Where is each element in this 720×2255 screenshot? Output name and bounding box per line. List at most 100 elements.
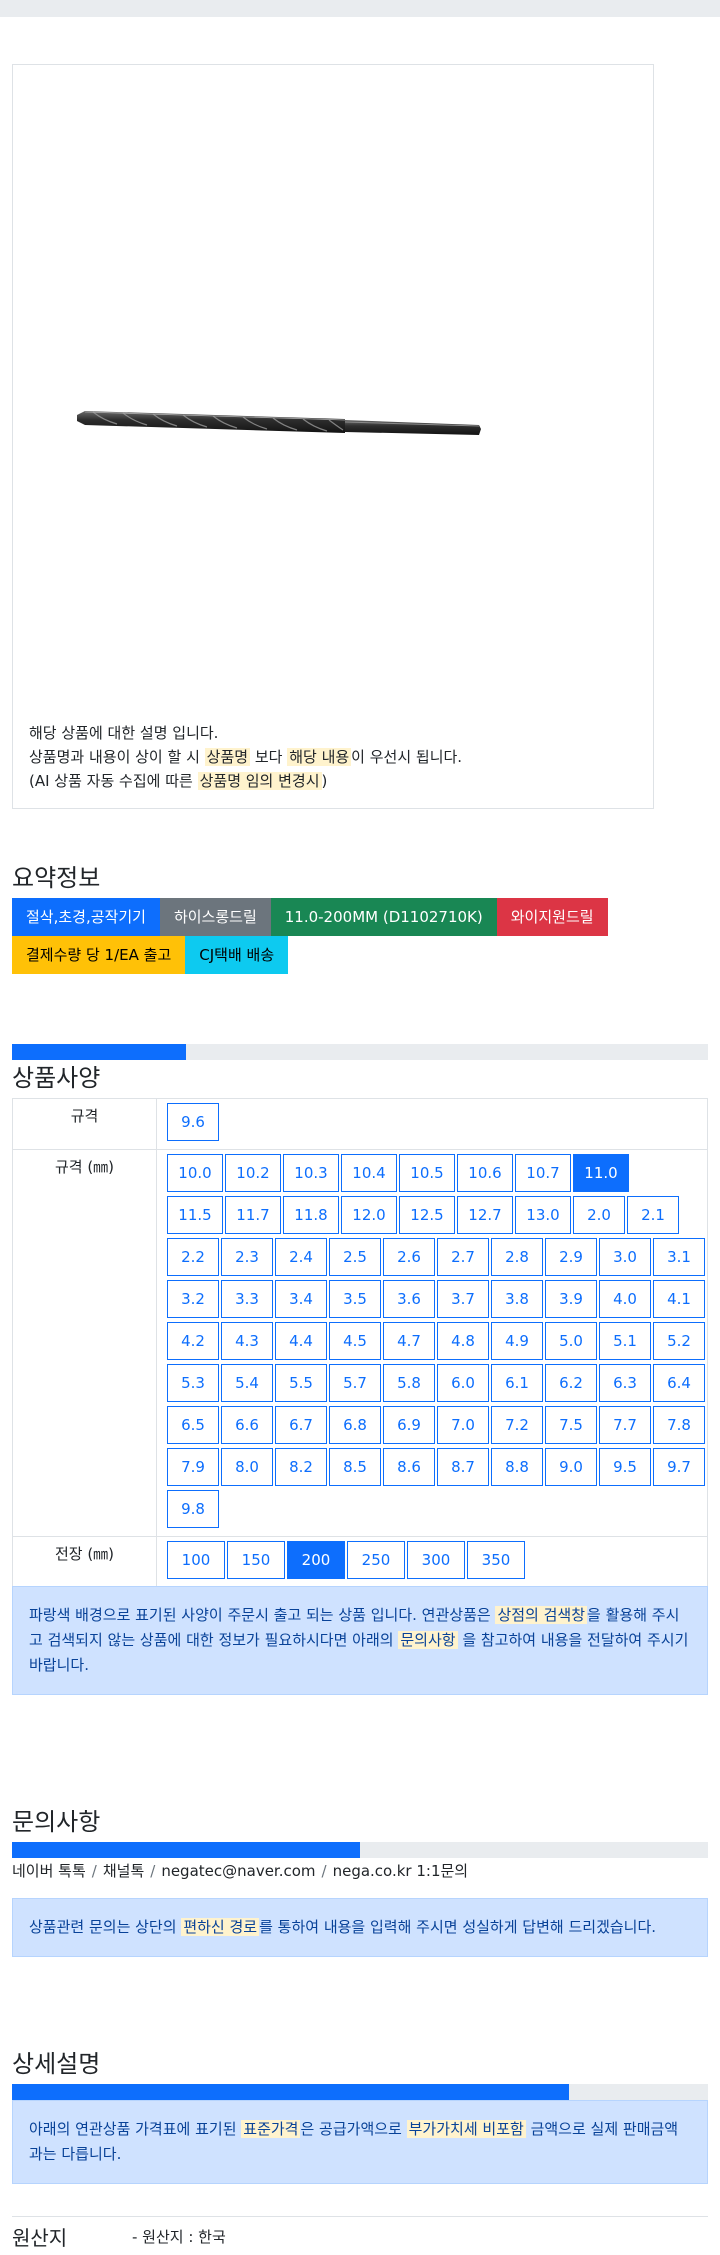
spec-option-9-8[interactable]: 9.8 — [167, 1490, 219, 1528]
spec-option-9-6[interactable]: 9.6 — [167, 1103, 219, 1141]
spec-option-9-7[interactable]: 9.7 — [653, 1448, 705, 1486]
spec-option-8-5[interactable]: 8.5 — [329, 1448, 381, 1486]
spec-option-12-7[interactable]: 12.7 — [457, 1196, 513, 1234]
spec-option-7-5[interactable]: 7.5 — [545, 1406, 597, 1444]
spec-option-2-5[interactable]: 2.5 — [329, 1238, 381, 1276]
top-bar — [0, 0, 720, 17]
contact-item[interactable]: 채널톡 — [103, 1862, 144, 1880]
spec-option-6-6[interactable]: 6.6 — [221, 1406, 273, 1444]
spec-option-6-1[interactable]: 6.1 — [491, 1364, 543, 1402]
spec-option-9-5[interactable]: 9.5 — [599, 1448, 651, 1486]
spec-option-2-0[interactable]: 2.0 — [573, 1196, 625, 1234]
summary-badges: 절삭,초경,공작기기 하이스롱드릴 11.0-200MM (D1102710K) 와이… — [12, 898, 712, 974]
spec-option-2-1[interactable]: 2.1 — [627, 1196, 679, 1234]
divider — [12, 2216, 708, 2217]
spec-option-11-7[interactable]: 11.7 — [225, 1196, 281, 1234]
spec-option-11-0[interactable]: 11.0 — [573, 1154, 629, 1192]
spec-option-2-8[interactable]: 2.8 — [491, 1238, 543, 1276]
spec-option-7-8[interactable]: 7.8 — [653, 1406, 705, 1444]
contact-separator: / — [321, 1862, 327, 1880]
spec-option-4-7[interactable]: 4.7 — [383, 1322, 435, 1360]
spec-option-6-4[interactable]: 6.4 — [653, 1364, 705, 1402]
spec-option-3-2[interactable]: 3.2 — [167, 1280, 219, 1318]
spec-option-350[interactable]: 350 — [467, 1541, 525, 1579]
spec-option-2-3[interactable]: 2.3 — [221, 1238, 273, 1276]
spec-option-2-9[interactable]: 2.9 — [545, 1238, 597, 1276]
spec-option-3-6[interactable]: 3.6 — [383, 1280, 435, 1318]
spec-option-10-3[interactable]: 10.3 — [283, 1154, 339, 1192]
spec-option-7-7[interactable]: 7.7 — [599, 1406, 651, 1444]
spec-option-4-8[interactable]: 4.8 — [437, 1322, 489, 1360]
spec-option-10-2[interactable]: 10.2 — [225, 1154, 281, 1192]
contact-item[interactable]: negatec@naver.com — [161, 1862, 315, 1880]
spec-option-3-9[interactable]: 3.9 — [545, 1280, 597, 1318]
spec-option-4-2[interactable]: 4.2 — [167, 1322, 219, 1360]
spec-option-8-8[interactable]: 8.8 — [491, 1448, 543, 1486]
spec-option-10-0[interactable]: 10.0 — [167, 1154, 223, 1192]
spec-option-2-2[interactable]: 2.2 — [167, 1238, 219, 1276]
spec-option-6-0[interactable]: 6.0 — [437, 1364, 489, 1402]
spec-option-12-0[interactable]: 12.0 — [341, 1196, 397, 1234]
spec-option-6-9[interactable]: 6.9 — [383, 1406, 435, 1444]
spec-option-3-1[interactable]: 3.1 — [653, 1238, 705, 1276]
spec-row: 전장 (㎜) 100 150 200 250 300 350 — [12, 1536, 708, 1588]
spec-option-150[interactable]: 150 — [227, 1541, 285, 1579]
spec-option-2-6[interactable]: 2.6 — [383, 1238, 435, 1276]
spec-option-11-5[interactable]: 11.5 — [167, 1196, 223, 1234]
spec-option-3-7[interactable]: 3.7 — [437, 1280, 489, 1318]
spec-option-5-4[interactable]: 5.4 — [221, 1364, 273, 1402]
spec-option-4-9[interactable]: 4.9 — [491, 1322, 543, 1360]
spec-option-300[interactable]: 300 — [407, 1541, 465, 1579]
notice-line-1: 해당 상품에 대한 설명 입니다. — [29, 724, 219, 742]
spec-option-3-8[interactable]: 3.8 — [491, 1280, 543, 1318]
spec-option-8-6[interactable]: 8.6 — [383, 1448, 435, 1486]
spec-option-100[interactable]: 100 — [167, 1541, 225, 1579]
spec-option-5-3[interactable]: 5.3 — [167, 1364, 219, 1402]
spec-option-10-5[interactable]: 10.5 — [399, 1154, 455, 1192]
highlight-vat-excluded: 부가가치세 비포함 — [406, 2120, 526, 2138]
spec-option-3-3[interactable]: 3.3 — [221, 1280, 273, 1318]
spec-option-8-0[interactable]: 8.0 — [221, 1448, 273, 1486]
spec-option-250[interactable]: 250 — [347, 1541, 405, 1579]
spec-option-6-3[interactable]: 6.3 — [599, 1364, 651, 1402]
notice-text: 상품명과 내용이 상이 할 시 — [29, 748, 205, 766]
spec-option-6-5[interactable]: 6.5 — [167, 1406, 219, 1444]
spec-option-10-6[interactable]: 10.6 — [457, 1154, 513, 1192]
spec-option-10-4[interactable]: 10.4 — [341, 1154, 397, 1192]
spec-option-6-7[interactable]: 6.7 — [275, 1406, 327, 1444]
summary-badge: CJ택배 배송 — [185, 936, 289, 974]
spec-option-8-2[interactable]: 8.2 — [275, 1448, 327, 1486]
spec-option-4-1[interactable]: 4.1 — [653, 1280, 705, 1318]
spec-option-200[interactable]: 200 — [287, 1541, 345, 1579]
spec-option-4-3[interactable]: 4.3 — [221, 1322, 273, 1360]
spec-option-3-5[interactable]: 3.5 — [329, 1280, 381, 1318]
spec-options: 9.6 — [156, 1098, 708, 1150]
spec-option-2-7[interactable]: 2.7 — [437, 1238, 489, 1276]
spec-option-5-5[interactable]: 5.5 — [275, 1364, 327, 1402]
spec-option-3-4[interactable]: 3.4 — [275, 1280, 327, 1318]
spec-option-3-0[interactable]: 3.0 — [599, 1238, 651, 1276]
spec-option-7-0[interactable]: 7.0 — [437, 1406, 489, 1444]
spec-option-4-4[interactable]: 4.4 — [275, 1322, 327, 1360]
spec-option-8-7[interactable]: 8.7 — [437, 1448, 489, 1486]
spec-option-5-0[interactable]: 5.0 — [545, 1322, 597, 1360]
spec-option-6-8[interactable]: 6.8 — [329, 1406, 381, 1444]
spec-option-7-9[interactable]: 7.9 — [167, 1448, 219, 1486]
spec-option-2-4[interactable]: 2.4 — [275, 1238, 327, 1276]
spec-option-12-5[interactable]: 12.5 — [399, 1196, 455, 1234]
progress-fill — [12, 1842, 360, 1858]
spec-option-11-8[interactable]: 11.8 — [283, 1196, 339, 1234]
spec-option-4-5[interactable]: 4.5 — [329, 1322, 381, 1360]
spec-option-9-0[interactable]: 9.0 — [545, 1448, 597, 1486]
spec-option-6-2[interactable]: 6.2 — [545, 1364, 597, 1402]
spec-option-4-0[interactable]: 4.0 — [599, 1280, 651, 1318]
spec-option-5-2[interactable]: 5.2 — [653, 1322, 705, 1360]
contact-item[interactable]: 네이버 톡톡 — [12, 1862, 86, 1880]
spec-option-10-7[interactable]: 10.7 — [515, 1154, 571, 1192]
spec-option-13-0[interactable]: 13.0 — [515, 1196, 571, 1234]
contact-item[interactable]: nega.co.kr 1:1문의 — [333, 1862, 469, 1880]
spec-option-5-8[interactable]: 5.8 — [383, 1364, 435, 1402]
spec-option-5-1[interactable]: 5.1 — [599, 1322, 651, 1360]
spec-option-5-7[interactable]: 5.7 — [329, 1364, 381, 1402]
spec-option-7-2[interactable]: 7.2 — [491, 1406, 543, 1444]
